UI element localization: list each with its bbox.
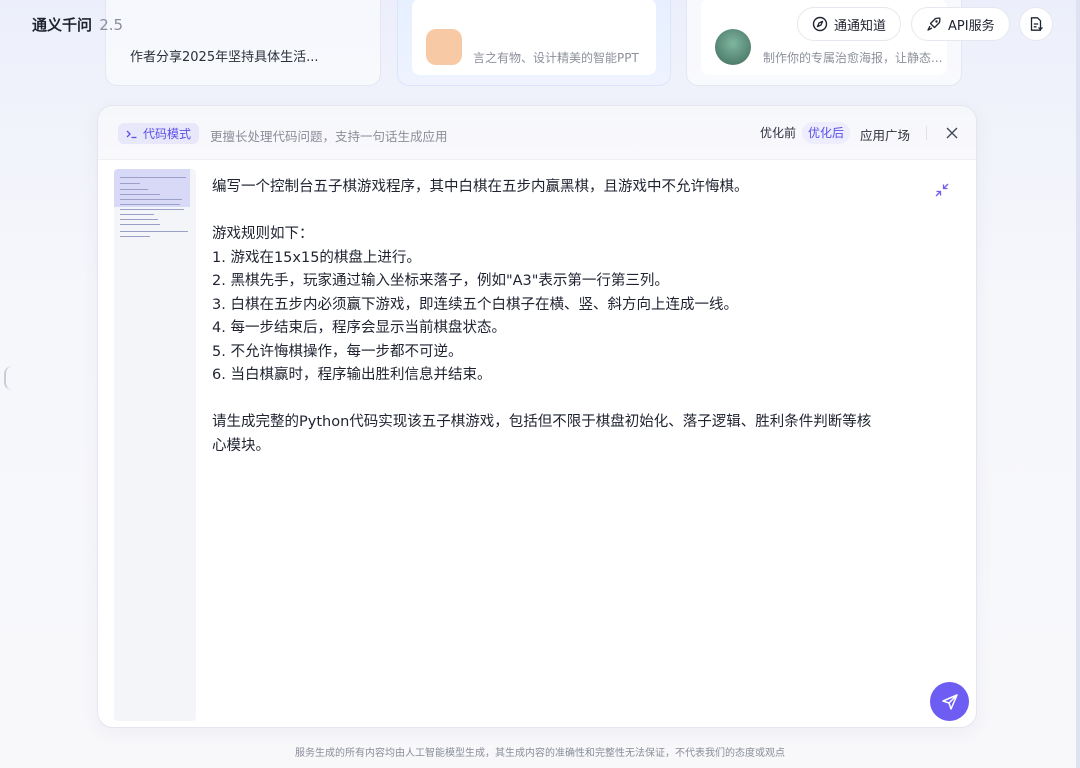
minimap-viewport [114,169,190,207]
tongtong-button[interactable]: 通通知道 [797,7,901,41]
api-service-button[interactable]: API服务 [911,7,1010,41]
app-version: 2.5 [99,16,123,34]
toggle-after[interactable]: 优化后 [802,122,850,144]
prompt-line: 编写一个控制台五子棋游戏程序，其中白棋在五步内赢黑棋，且游戏中不允许悔棋。 [212,176,912,200]
card-text: 制作你的专属治愈海报，让静态... [763,49,942,66]
app-title: 通义千问 2.5 [32,14,123,35]
card-text: 言之有物、设计精美的智能PPT [473,49,639,66]
minimap-line [120,224,160,225]
disclaimer-text: 服务生成的所有内容均由人工智能模型生成，其生成内容的准确性和完整性无法保证，不代… [0,744,1080,759]
chat-input-panel: 代码模式 更擅长处理代码问题，支持一句话生成应用 优化前 优化后 应用广场 编写… [97,105,977,728]
prompt-line: 5. 不允许悔棋操作，每一步都不可逆。 [212,341,912,365]
minimap-line [120,209,184,210]
code-mode-chip[interactable]: 代码模式 [118,123,199,144]
minimap-line [120,219,158,220]
document-icon [1028,16,1044,32]
terminal-icon [126,129,138,139]
divider [926,126,927,140]
minimap-line [120,231,188,232]
api-label: API服务 [948,15,995,34]
minimap-line [120,236,150,237]
send-button[interactable] [930,682,969,721]
prompt-line: 心模块。 [212,435,912,459]
mode-description: 更擅长处理代码问题，支持一句话生成应用 [210,126,448,145]
document-button[interactable] [1019,7,1053,41]
rocket-icon [926,16,942,32]
top-bar: 通义千问 2.5 通通知道 API服务 [0,0,1080,48]
prompt-line: 1. 游戏在15x15的棋盘上进行。 [212,247,912,271]
minimap-line [120,199,182,200]
minimap-line [120,194,160,195]
prompt-line [212,388,912,412]
document-minimap[interactable] [114,169,196,721]
mode-label: 代码模式 [143,125,191,142]
prompt-line: 请生成完整的Python代码实现该五子棋游戏，包括但不限于棋盘初始化、落子逻辑、… [212,411,912,435]
compass-icon [812,16,828,32]
tongtong-label: 通通知道 [834,15,886,34]
minimap-line [120,177,186,178]
prompt-line [212,200,912,224]
card-text: 作者分享2025年坚持具体生活... [130,46,318,65]
close-mode-button[interactable] [943,124,961,142]
prompt-line: 6. 当白棋赢时，程序输出胜利信息并结束。 [212,364,912,388]
mode-bar: 代码模式 更擅长处理代码问题，支持一句话生成应用 优化前 优化后 应用广场 [98,106,977,160]
prompt-line: 2. 黑棋先手，玩家通过输入坐标来落子，例如"A3"表示第一行第三列。 [212,270,912,294]
minimap-line [120,183,140,184]
prompt-line: 游戏规则如下： [212,223,912,247]
prompt-line: 3. 白棋在五步内必须赢下游戏，即连续五个白棋子在横、竖、斜方向上连成一线。 [212,294,912,318]
prompt-textarea[interactable]: 编写一个控制台五子棋游戏程序，其中白棋在五步内赢黑棋，且游戏中不允许悔棋。 游戏… [212,176,912,458]
app-name: 通义千问 [32,16,92,34]
toggle-before[interactable]: 优化前 [754,122,802,144]
collapse-icon[interactable] [934,182,950,198]
minimap-line [120,189,148,190]
close-icon [946,127,958,139]
sidebar-toggle[interactable] [4,366,12,390]
send-icon [941,693,959,711]
app-square-link[interactable]: 应用广场 [860,125,910,144]
prompt-line: 4. 每一步结束后，程序会显示当前棋盘状态。 [212,317,912,341]
minimap-line [120,214,154,215]
minimap-line [120,204,180,205]
window-edge [1076,0,1080,768]
optimize-toggle: 优化前 优化后 [754,122,850,144]
